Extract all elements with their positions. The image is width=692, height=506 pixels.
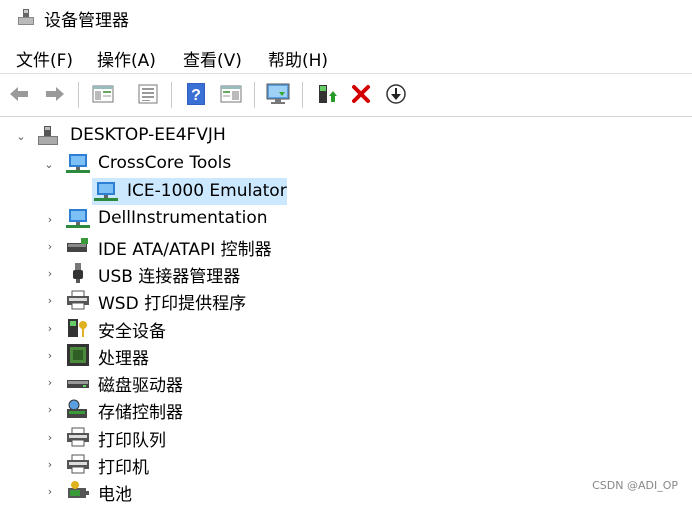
disk-drive-icon: [66, 371, 89, 393]
watermark: CSDN @ADI_OP: [592, 479, 678, 492]
help-icon: ?: [185, 82, 207, 106]
toolbar: ?: [0, 76, 692, 114]
device-manager-icon: [17, 8, 35, 26]
computer-name: DESKTOP-EE4FVJH: [70, 125, 226, 145]
uninstall-device-button[interactable]: [348, 80, 374, 108]
forward-button[interactable]: [42, 80, 68, 108]
tree-item-label: 存储控制器: [98, 403, 183, 423]
scan-hardware-button[interactable]: [265, 80, 291, 108]
printer-icon: [66, 453, 89, 475]
tree-item-label: CrossCore Tools: [98, 153, 232, 173]
tree-item-wsd-print-provider[interactable]: › WSD 打印提供程序: [0, 286, 692, 314]
tree-item-label: 打印机: [98, 458, 149, 478]
tree-item-label: WSD 打印提供程序: [98, 294, 247, 314]
tree-item-disk-drives[interactable]: › 磁盘驱动器: [0, 368, 692, 397]
menu-bar: 文件(F) 操作(A) 查看(V) 帮助(H): [0, 44, 692, 72]
tree-item-dellinstrumentation[interactable]: › DellInstrumentation: [0, 205, 692, 232]
tree-item-label: 安全设备: [98, 322, 166, 342]
tree-item-batteries[interactable]: › 电池: [0, 477, 692, 505]
remove-device-icon: [351, 84, 371, 104]
tree-item-label: 磁盘驱动器: [98, 376, 183, 396]
forward-icon: [44, 85, 66, 103]
download-icon: [385, 83, 407, 105]
tree-item-label: ICE-1000 Emulator: [127, 181, 287, 201]
chevron-right-icon[interactable]: ›: [44, 267, 56, 280]
chevron-down-icon[interactable]: ⌄: [15, 130, 27, 143]
tree-item-label: IDE ATA/ATAPI 控制器: [98, 240, 272, 260]
update-driver-button[interactable]: [314, 80, 340, 108]
tree-item-ide-controller[interactable]: › IDE ATA/ATAPI 控制器: [0, 232, 692, 260]
window-title: 设备管理器: [44, 11, 129, 31]
tree-item-security-devices[interactable]: › 安全设备: [0, 314, 692, 342]
properties-panel-button[interactable]: [90, 80, 116, 108]
chevron-right-icon[interactable]: ›: [44, 349, 56, 362]
usb-connector-icon: [66, 262, 88, 284]
tree-item-print-queues[interactable]: › 打印队列: [0, 423, 692, 451]
tree-item-label: 打印队列: [98, 431, 166, 451]
chevron-right-icon[interactable]: ›: [44, 485, 56, 498]
storage-controller-icon: [66, 398, 88, 420]
toolbar-divider: [78, 82, 79, 108]
device-tree: ⌄ DESKTOP-EE4FVJH ⌄ CrossCore Tools ICE-…: [0, 120, 692, 505]
svg-text:?: ?: [191, 87, 201, 104]
tree-item-ice-1000-emulator[interactable]: ICE-1000 Emulator: [92, 178, 287, 205]
chevron-right-icon[interactable]: ›: [44, 403, 56, 416]
chevron-down-icon[interactable]: ⌄: [43, 158, 55, 171]
properties-panel-icon: [92, 84, 114, 104]
title-bar: 设备管理器: [0, 0, 692, 34]
menu-help[interactable]: 帮助(H): [268, 46, 328, 71]
tree-root[interactable]: ⌄ DESKTOP-EE4FVJH: [0, 122, 692, 149]
toolbar-divider: [171, 82, 172, 108]
tree-item-label: USB 连接器管理器: [98, 267, 241, 287]
update-driver-icon: [316, 82, 338, 106]
download-button[interactable]: [383, 80, 409, 108]
security-key-icon: [66, 317, 88, 339]
chevron-right-icon[interactable]: ›: [44, 213, 56, 226]
chevron-right-icon[interactable]: ›: [44, 240, 56, 253]
tree-item-label: 电池: [98, 485, 132, 505]
help-button[interactable]: ?: [183, 80, 209, 108]
chevron-right-icon[interactable]: ›: [44, 376, 56, 389]
printer-icon: [66, 289, 89, 311]
network-monitor-icon: [94, 181, 118, 203]
menu-file[interactable]: 文件(F): [16, 46, 73, 71]
cpu-icon: [66, 344, 89, 366]
document-icon: [137, 83, 159, 105]
tree-item-label: 处理器: [98, 349, 149, 369]
battery-icon: [66, 480, 89, 502]
tree-item-processors[interactable]: › 处理器: [0, 341, 692, 369]
menu-view[interactable]: 查看(V): [183, 46, 242, 71]
toolbar-divider: [302, 82, 303, 108]
back-icon: [8, 85, 30, 103]
tree-item-crosscore-tools[interactable]: ⌄ CrossCore Tools: [0, 150, 692, 177]
network-monitor-icon: [66, 153, 90, 175]
back-button[interactable]: [6, 80, 32, 108]
computer-icon: [37, 125, 59, 147]
network-monitor-icon: [66, 208, 90, 230]
monitor-scan-icon: [265, 82, 291, 106]
ide-controller-icon: [66, 235, 88, 257]
menu-divider: [0, 73, 692, 74]
document-button[interactable]: [135, 80, 161, 108]
printer-icon: [66, 426, 89, 448]
toolbar-divider: [254, 82, 255, 108]
tree-item-usb-connector-manager[interactable]: › USB 连接器管理器: [0, 259, 692, 287]
tree-item-printers[interactable]: › 打印机: [0, 450, 692, 478]
chevron-right-icon[interactable]: ›: [44, 294, 56, 307]
chevron-right-icon[interactable]: ›: [44, 431, 56, 444]
tree-item-storage-controllers[interactable]: › 存储控制器: [0, 395, 692, 423]
toolbar-divider-bottom: [0, 116, 692, 117]
tree-item-label: DellInstrumentation: [98, 208, 268, 228]
details-pane-icon: [220, 84, 242, 104]
chevron-right-icon[interactable]: ›: [44, 322, 56, 335]
chevron-right-icon[interactable]: ›: [44, 458, 56, 471]
menu-action[interactable]: 操作(A): [97, 46, 156, 71]
details-pane-button[interactable]: [218, 80, 244, 108]
